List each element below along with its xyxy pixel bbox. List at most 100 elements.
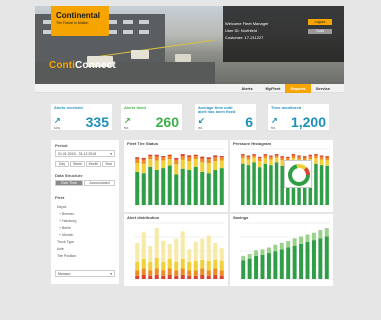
bar-segment[interactable] bbox=[161, 160, 166, 169]
bar-segment[interactable] bbox=[254, 250, 259, 256]
bar-segment[interactable] bbox=[286, 241, 291, 248]
fleet-item-truck-type[interactable]: Truck Type bbox=[57, 240, 74, 244]
fleet-item-hamburg[interactable]: + Hamburg bbox=[59, 219, 76, 223]
bar-segment[interactable] bbox=[299, 243, 304, 279]
bar-segment[interactable] bbox=[325, 160, 329, 166]
bar-segment[interactable] bbox=[200, 268, 205, 275]
bar-segment[interactable] bbox=[318, 229, 323, 239]
bar-segment[interactable] bbox=[219, 168, 224, 205]
bar-segment[interactable] bbox=[135, 159, 140, 163]
bar-segment[interactable] bbox=[325, 156, 329, 158]
period-year-button[interactable]: Year bbox=[102, 161, 115, 167]
bar-segment[interactable] bbox=[135, 242, 140, 263]
bar-segment[interactable] bbox=[241, 163, 245, 205]
bar-segment[interactable] bbox=[206, 163, 211, 174]
fleet-item-bremen[interactable]: + Bremen bbox=[59, 212, 74, 216]
nav-service[interactable]: Service bbox=[311, 84, 335, 93]
period-day-button[interactable]: Day bbox=[55, 161, 69, 167]
bar-segment[interactable] bbox=[246, 156, 251, 160]
bar-segment[interactable] bbox=[252, 162, 256, 205]
bar-segment[interactable] bbox=[286, 156, 290, 159]
bar-segment[interactable] bbox=[311, 240, 316, 279]
bar-segment[interactable] bbox=[174, 238, 179, 263]
bar-segment[interactable] bbox=[254, 255, 259, 279]
bar-segment[interactable] bbox=[148, 154, 153, 156]
bar-segment[interactable] bbox=[154, 160, 159, 170]
bar-segment[interactable] bbox=[241, 158, 245, 164]
bar-segment[interactable] bbox=[154, 170, 159, 205]
bar-segment[interactable] bbox=[252, 155, 256, 158]
bar-segment[interactable] bbox=[180, 274, 185, 279]
bar-segment[interactable] bbox=[141, 173, 146, 205]
bar-segment[interactable] bbox=[161, 240, 166, 263]
bar-segment[interactable] bbox=[200, 156, 205, 159]
bar-segment[interactable] bbox=[291, 154, 296, 156]
bar-segment[interactable] bbox=[305, 241, 310, 279]
nav-alerts[interactable]: Alerts bbox=[233, 84, 261, 93]
bar-segment[interactable] bbox=[314, 163, 318, 205]
bar-segment[interactable] bbox=[273, 251, 278, 279]
bar-segment[interactable] bbox=[263, 155, 268, 159]
bar-segment[interactable] bbox=[314, 155, 318, 159]
bar-segment[interactable] bbox=[311, 232, 316, 241]
bar-segment[interactable] bbox=[269, 165, 273, 205]
bar-segment[interactable] bbox=[274, 154, 279, 156]
bar-segment[interactable] bbox=[135, 171, 140, 205]
bar-segment[interactable] bbox=[257, 158, 262, 161]
bar-segment[interactable] bbox=[161, 275, 166, 279]
bar-segment[interactable] bbox=[292, 245, 297, 279]
bar-segment[interactable] bbox=[141, 268, 146, 275]
bar-segment[interactable] bbox=[167, 244, 172, 259]
bar-segment[interactable] bbox=[206, 270, 211, 276]
bar-segment[interactable] bbox=[241, 155, 245, 159]
bar-segment[interactable] bbox=[252, 157, 256, 163]
bar-segment[interactable] bbox=[167, 165, 172, 205]
bar-segment[interactable] bbox=[246, 165, 251, 205]
bar-segment[interactable] bbox=[241, 255, 246, 261]
bar-segment[interactable] bbox=[154, 154, 159, 157]
bar-segment[interactable] bbox=[219, 275, 224, 279]
bar-segment[interactable] bbox=[213, 170, 218, 205]
bar-segment[interactable] bbox=[200, 259, 205, 269]
bar-segment[interactable] bbox=[174, 275, 179, 279]
bar-segment[interactable] bbox=[206, 159, 211, 163]
bar-segment[interactable] bbox=[161, 270, 166, 276]
bar-segment[interactable] bbox=[206, 235, 211, 261]
fleet-item-axle[interactable]: Axle bbox=[57, 247, 64, 251]
bar-segment[interactable] bbox=[135, 157, 140, 160]
bar-segment[interactable] bbox=[161, 262, 166, 271]
bar-segment[interactable] bbox=[141, 274, 146, 279]
bar-segment[interactable] bbox=[187, 270, 192, 276]
bar-segment[interactable] bbox=[219, 156, 224, 158]
bar-segment[interactable] bbox=[167, 258, 172, 269]
bar-segment[interactable] bbox=[213, 161, 218, 170]
bar-segment[interactable] bbox=[180, 159, 185, 169]
fleet-item-depot[interactable]: Depot bbox=[57, 205, 66, 209]
bar-segment[interactable] bbox=[266, 253, 271, 279]
bar-segment[interactable] bbox=[325, 165, 329, 205]
period-input[interactable]: 01.01.2015 - 31.12.2015 ▾ bbox=[55, 150, 115, 157]
fleet-item-tire-position[interactable]: Tire Position bbox=[57, 254, 76, 258]
bar-segment[interactable] bbox=[286, 247, 291, 279]
bar-segment[interactable] bbox=[213, 259, 218, 269]
kpi-card-tires-monitored[interactable]: Tires monitored ↗ 5% 1,200 bbox=[268, 104, 329, 130]
bar-segment[interactable] bbox=[193, 154, 198, 156]
accumulated-button[interactable]: Accumulated bbox=[84, 180, 115, 186]
bar-segment[interactable] bbox=[219, 270, 224, 276]
bar-segment[interactable] bbox=[180, 154, 185, 156]
bar-segment[interactable] bbox=[213, 242, 218, 260]
bar-segment[interactable] bbox=[187, 262, 192, 271]
bar-segment[interactable] bbox=[187, 275, 192, 279]
bar-segment[interactable] bbox=[308, 156, 313, 159]
bar-segment[interactable] bbox=[257, 167, 262, 205]
bar-segment[interactable] bbox=[167, 268, 172, 275]
bar-segment[interactable] bbox=[308, 154, 313, 157]
bar-segment[interactable] bbox=[257, 156, 262, 159]
bar-segment[interactable] bbox=[206, 275, 211, 279]
bar-segment[interactable] bbox=[135, 262, 140, 271]
bar-segment[interactable] bbox=[292, 238, 297, 246]
bar-segment[interactable] bbox=[314, 158, 318, 164]
bar-segment[interactable] bbox=[148, 275, 153, 279]
bar-segment[interactable] bbox=[319, 156, 324, 160]
bar-segment[interactable] bbox=[161, 157, 166, 161]
